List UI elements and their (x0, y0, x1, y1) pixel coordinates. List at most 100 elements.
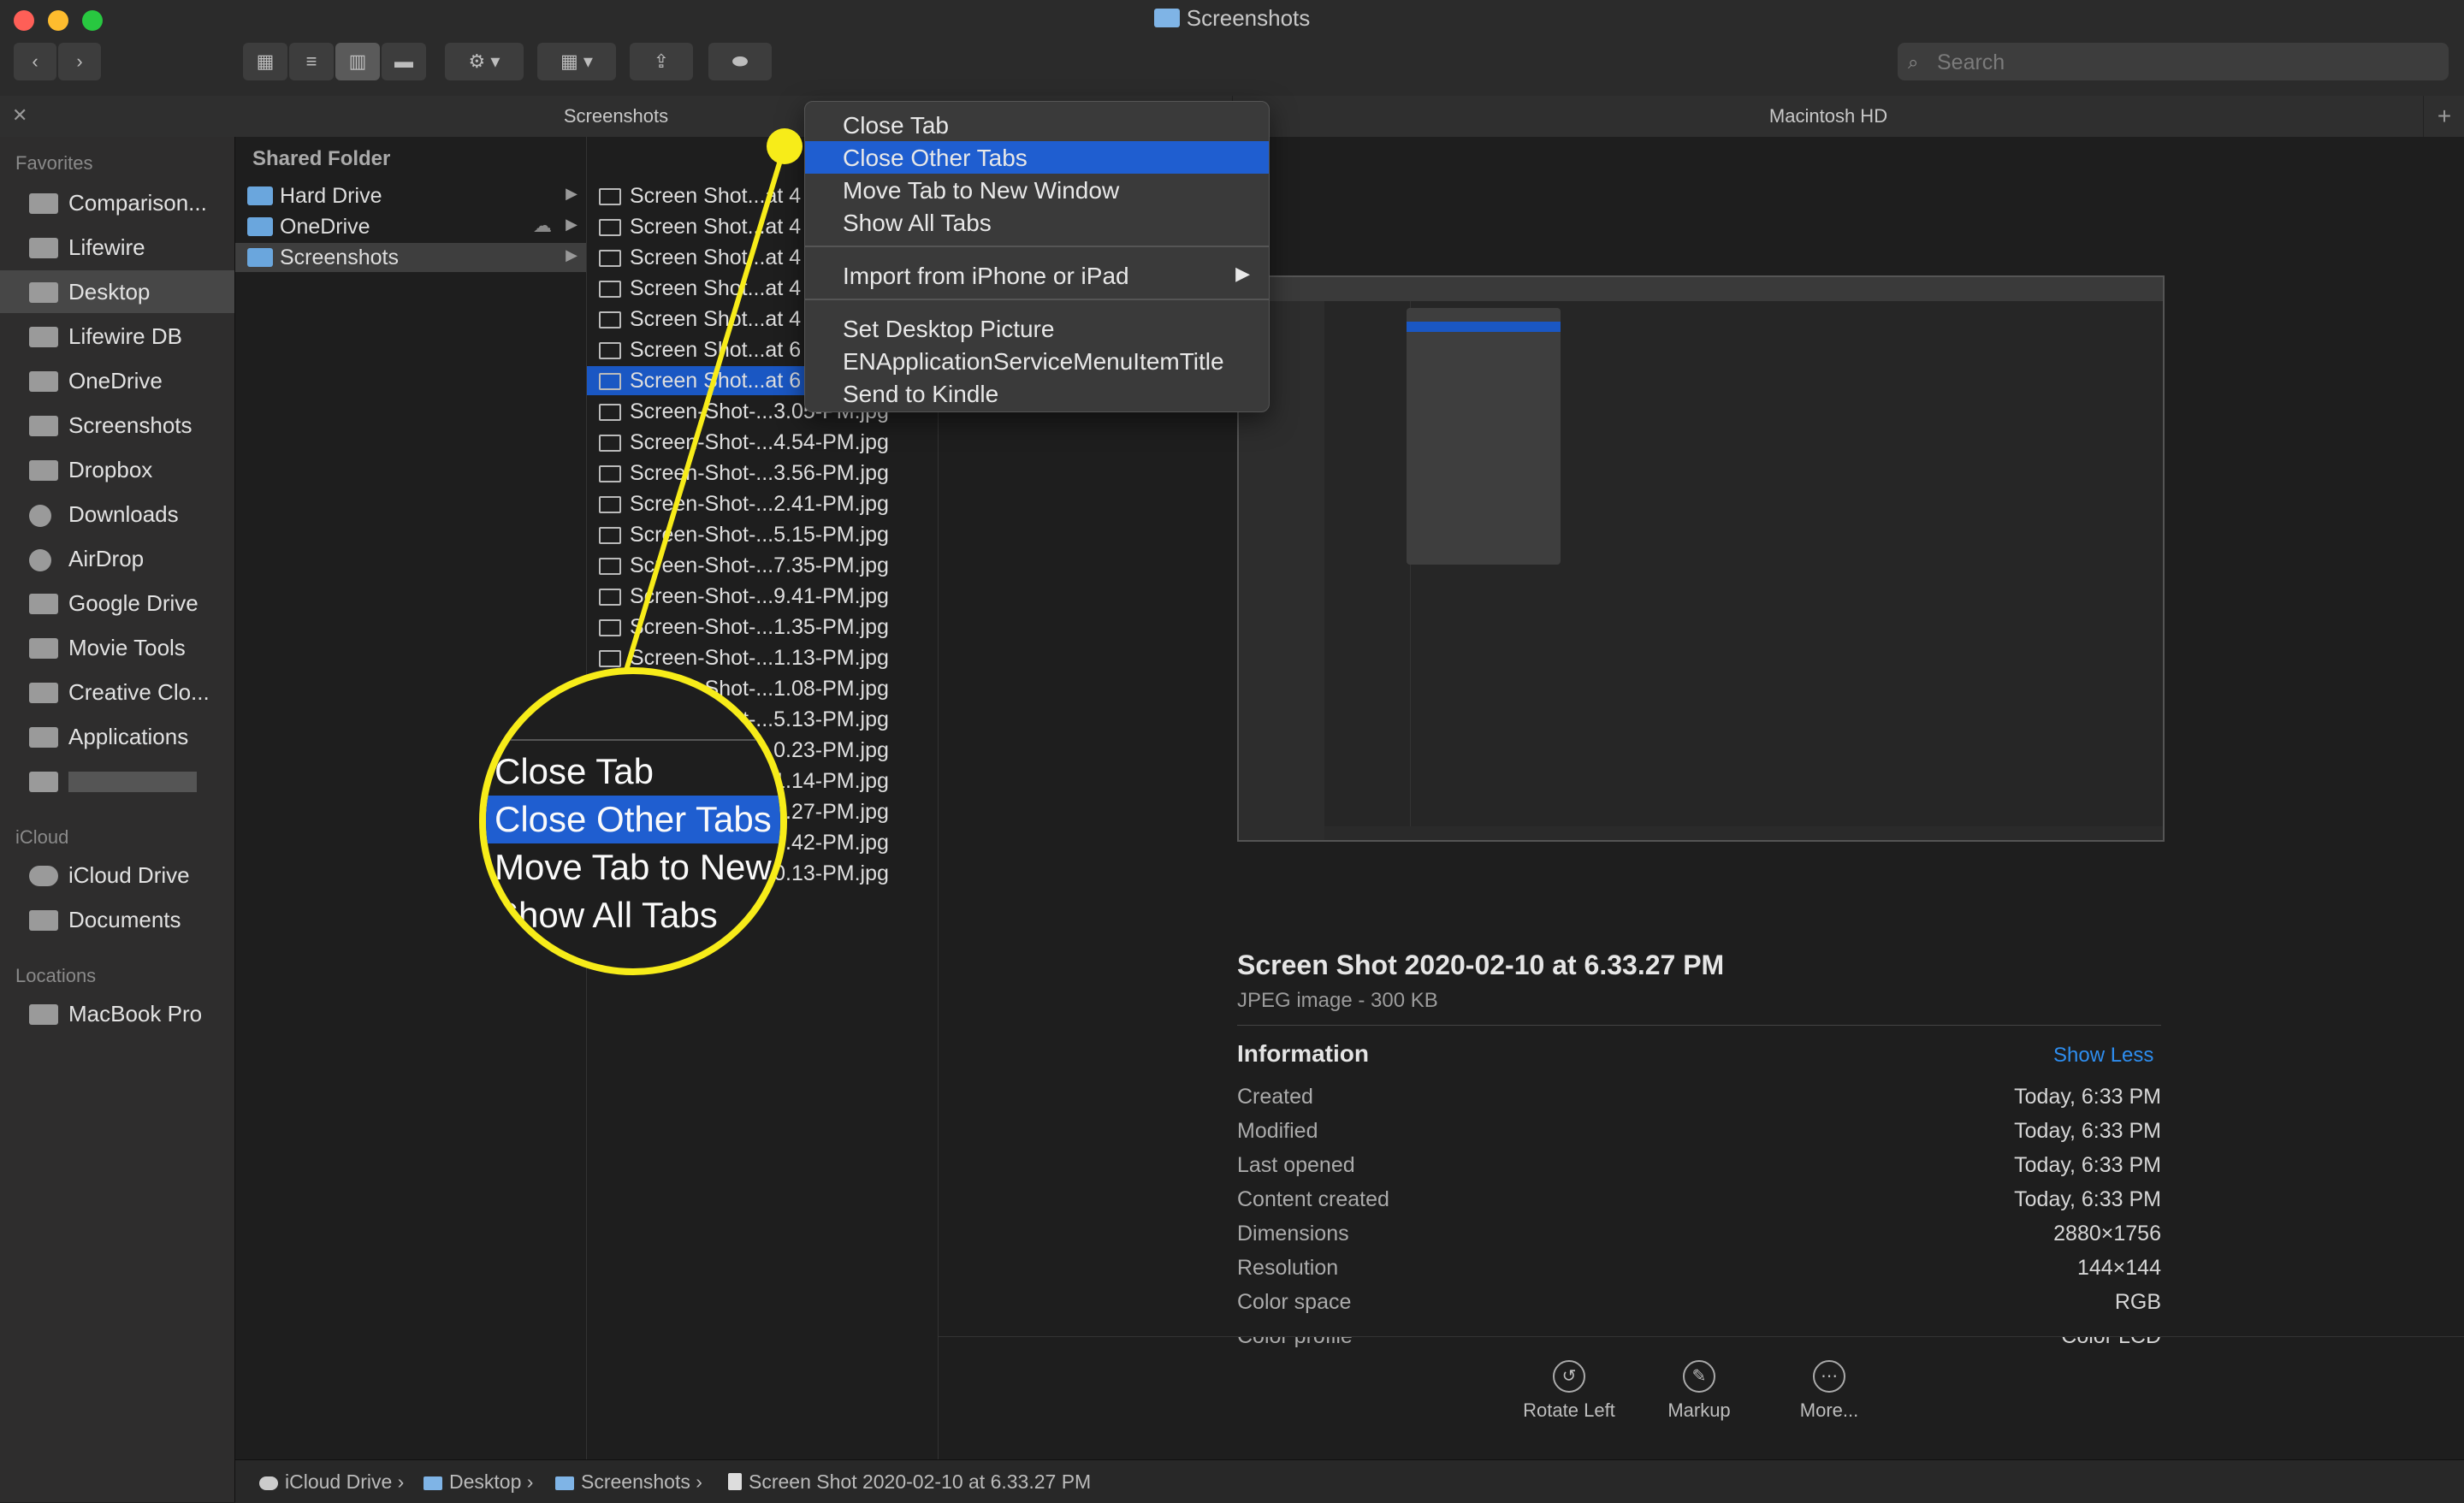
menu-item-move-tab-to-new-window[interactable]: Move Tab to New Window (805, 174, 1269, 206)
menu-item-set-desktop-picture[interactable]: Set Desktop Picture (805, 312, 1269, 345)
image-file-icon (599, 373, 621, 390)
file-row[interactable]: Screen-Shot-...2.41-PM.jpg (587, 489, 938, 518)
gallery-view-button[interactable]: ▬ (382, 43, 426, 80)
list-view-button[interactable]: ≡ (289, 43, 334, 80)
zoom-item-show-all-tabs: Show All Tabs (495, 895, 718, 935)
file-row[interactable]: Screen-Shot-...3.56-PM.jpg (587, 459, 938, 488)
search-input[interactable] (1935, 43, 2435, 82)
chevron-right-icon: ▶ (566, 246, 578, 263)
image-file-icon (599, 496, 621, 513)
sidebar-item-creative-cloud[interactable]: Creative Clo... (0, 671, 234, 713)
markup-button[interactable]: ✎ Markup (1639, 1360, 1759, 1422)
file-row[interactable]: Screen-Shot-...1.35-PM.jpg (587, 612, 938, 642)
sidebar-item-dropbox[interactable]: Dropbox (0, 448, 234, 491)
folder-icon (29, 416, 58, 436)
menu-item-close-other-tabs[interactable]: Close Other Tabs (805, 141, 1269, 174)
sidebar-item-google-drive[interactable]: Google Drive (0, 582, 234, 624)
folder-icon (247, 248, 273, 267)
list-item-onedrive[interactable]: OneDrive ☁ ▶ (235, 212, 586, 241)
info-row: Resolution 144×144 (1237, 1256, 2161, 1290)
image-file-icon (599, 650, 621, 667)
list-item-hard-drive[interactable]: Hard Drive ▶ (235, 181, 586, 210)
sidebar-item-screenshots[interactable]: Screenshots (0, 404, 234, 447)
action-gear-button[interactable]: ⚙ ▾ (445, 43, 524, 80)
image-file-icon (599, 250, 621, 267)
menu-separator (805, 299, 1269, 300)
path-file[interactable]: Screen Shot 2020-02-10 at 6.33.27 PM (728, 1470, 1091, 1494)
file-row[interactable]: Screen-Shot-...5.15-PM.jpg (587, 520, 938, 549)
sidebar-item-lifewire[interactable]: Lifewire (0, 226, 234, 269)
image-file-icon (599, 465, 621, 482)
tab-macintosh-hd[interactable]: Macintosh HD (1232, 96, 2424, 137)
folder-icon (29, 238, 58, 258)
preview-thumbnail (1237, 275, 2165, 842)
sidebar-item-comparison[interactable]: Comparison... (0, 181, 234, 224)
sidebar-item-airdrop[interactable]: AirDrop (0, 537, 234, 580)
more-button[interactable]: ⋯ More... (1769, 1360, 1889, 1422)
folder-icon (29, 371, 58, 392)
home-icon (29, 772, 58, 792)
folder-icon (247, 217, 273, 236)
menu-item-close-tab[interactable]: Close Tab (805, 109, 1269, 141)
chevron-right-icon: ▶ (566, 216, 578, 233)
image-file-icon (599, 404, 621, 421)
sidebar-item-lifewire-db[interactable]: Lifewire DB (0, 315, 234, 358)
info-value: Today, 6:33 PM (2014, 1085, 2161, 1109)
icon-view-button[interactable]: ▦ (243, 43, 287, 80)
rotate-left-icon: ↺ (1553, 1360, 1585, 1393)
sidebar-item-onedrive[interactable]: OneDrive (0, 359, 234, 402)
share-button[interactable]: ⇪ (630, 43, 693, 80)
back-button[interactable]: ‹ (14, 43, 56, 80)
cloud-sync-icon: ☁ (533, 215, 552, 236)
info-label: Dimensions (1237, 1222, 1349, 1246)
search-field[interactable]: ⌕ (1898, 43, 2449, 82)
search-icon: ⌕ (1908, 51, 1919, 73)
file-row[interactable]: Screen-Shot-...7.35-PM.jpg (587, 551, 938, 580)
forward-button[interactable]: › (58, 43, 101, 80)
folder-icon (1153, 9, 1180, 27)
info-row: Color space RGB (1237, 1290, 2161, 1324)
sidebar-item-macbook-pro[interactable]: MacBook Pro (0, 992, 234, 1035)
sidebar-item-downloads[interactable]: Downloads (0, 493, 234, 536)
sidebar-item-desktop[interactable]: Desktop (0, 270, 234, 313)
file-row[interactable]: Screen-Shot-...4.54-PM.jpg (587, 428, 938, 457)
airdrop-icon (29, 549, 51, 571)
zoom-item-close-tab: Close Tab (495, 751, 654, 791)
menu-item-show-all-tabs[interactable]: Show All Tabs (805, 206, 1269, 239)
desktop-icon (29, 282, 58, 303)
menu-item-import-from-iphone[interactable]: Import from iPhone or iPad ▶ (805, 259, 1269, 292)
list-item-screenshots[interactable]: Screenshots ▶ (235, 243, 586, 272)
menu-item-send-to-kindle[interactable]: Send to Kindle (805, 377, 1269, 410)
file-row[interactable]: Screen-Shot-...9.41-PM.jpg (587, 582, 938, 611)
redacted-username (68, 772, 197, 792)
creative-cloud-icon (29, 683, 58, 703)
more-icon: ⋯ (1813, 1360, 1845, 1393)
column-view-button[interactable]: ▥ (335, 43, 380, 80)
path-icloud-drive[interactable]: iCloud Drive › (259, 1470, 404, 1494)
tags-button[interactable]: ⬬ (708, 43, 772, 80)
info-value: Today, 6:33 PM (2014, 1119, 2161, 1143)
submenu-arrow-icon: ▶ (1235, 263, 1250, 284)
new-tab-button[interactable]: + (2423, 96, 2464, 137)
path-screenshots[interactable]: Screenshots › (555, 1470, 702, 1494)
zoom-item-close-other-tabs: Close Other Tabs (486, 796, 780, 843)
icloud-header: iCloud (15, 826, 69, 848)
laptop-icon (29, 1004, 58, 1025)
show-less-link[interactable]: Show Less (2053, 1044, 2153, 1068)
sidebar-item-icloud-drive[interactable]: iCloud Drive (0, 854, 234, 896)
group-by-button[interactable]: ▦ ▾ (537, 43, 616, 80)
menu-item-service[interactable]: ENApplicationServiceMenuItemTitle (805, 345, 1269, 377)
sidebar-item-movie-tools[interactable]: Movie Tools (0, 626, 234, 669)
image-file-icon (599, 188, 621, 205)
folder-icon (424, 1476, 442, 1490)
info-value: 144×144 (2076, 1256, 2161, 1280)
sidebar-item-home[interactable] (0, 760, 234, 802)
image-file-icon (599, 619, 621, 636)
path-desktop[interactable]: Desktop › (424, 1470, 533, 1494)
image-file-icon (599, 281, 621, 298)
sidebar-item-applications[interactable]: Applications (0, 715, 234, 758)
rotate-left-button[interactable]: ↺ Rotate Left (1509, 1360, 1629, 1422)
folder-icon (247, 186, 273, 205)
sidebar-item-documents[interactable]: Documents (0, 898, 234, 941)
applications-icon (29, 727, 58, 748)
